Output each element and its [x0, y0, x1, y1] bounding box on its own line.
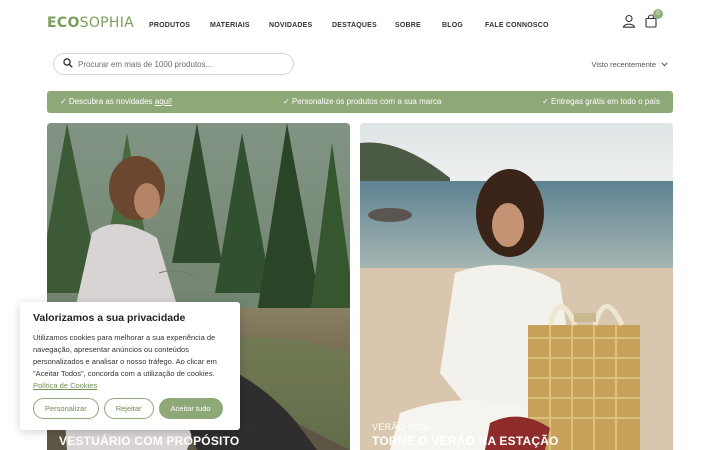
promo-novidades-link[interactable]: aqui! [155, 97, 172, 106]
recently-viewed-dropdown[interactable]: Visto recentemente [592, 60, 668, 69]
logo-light: SOPHIA [79, 15, 135, 31]
nav-item-produtos[interactable]: PRODUTOS [149, 22, 210, 29]
cookie-body: Utilizamos cookies para melhorar a sua e… [33, 333, 217, 390]
customize-button[interactable]: Personalizar [33, 398, 99, 419]
search-box [53, 53, 294, 75]
chevron-down-icon [661, 60, 668, 69]
user-icon[interactable] [622, 14, 636, 28]
shopping-bag-icon[interactable]: 0 [644, 9, 663, 28]
cart-count-badge: 0 [653, 9, 663, 19]
header-actions: 0 [622, 9, 663, 28]
main-nav: PRODUTOS MATERIAIS NOVIDADES DESTAQUES S… [149, 22, 549, 29]
site-header: ECOSOPHIA PRODUTOS MATERIAIS NOVIDADES D… [0, 0, 720, 50]
search-input[interactable] [78, 59, 278, 69]
nav-item-blog[interactable]: BLOG [442, 22, 485, 29]
cookie-title: Valorizamos a sua privacidade [33, 312, 186, 324]
promo-item-novidades: ✓ Descubra as novidades aqui! [60, 97, 173, 106]
promo-bar: ✓ Descubra as novidades aqui! ✓ Personal… [47, 91, 673, 113]
nav-item-materiais[interactable]: MATERIAIS [210, 22, 269, 29]
promo-item-personalize: ✓ Personalize os produtos com a sua marc… [283, 97, 442, 106]
hero-eyebrow-right: VERÃO 2026 [372, 422, 430, 432]
search-icon[interactable] [63, 55, 73, 73]
nav-item-sobre[interactable]: SOBRE [395, 22, 442, 29]
nav-item-novidades[interactable]: NOVIDADES [269, 22, 332, 29]
cookie-actions: Personalizar Rejeitar Aceitar tudo [33, 398, 223, 419]
hero-headline-right: TORNE O VERÃO NA ESTAÇÃO [372, 434, 559, 448]
cookie-policy-link[interactable]: Política de Cookies [33, 381, 97, 390]
cookie-consent-dialog: Valorizamos a sua privacidade Utilizamos… [20, 302, 240, 430]
accept-all-button[interactable]: Aceitar tudo [158, 398, 223, 419]
hero-caption-right: VERÃO 2026 TORNE O VERÃO NA ESTAÇÃO [372, 422, 559, 448]
promo-item-entregas: ✓ Entregas grátis em todo o país [542, 97, 660, 106]
brand-logo[interactable]: ECOSOPHIA [47, 15, 134, 31]
hero-card-verao[interactable]: VERÃO 2026 TORNE O VERÃO NA ESTAÇÃO [360, 123, 673, 450]
recently-viewed-label: Visto recentemente [591, 60, 656, 69]
nav-item-destaques[interactable]: DESTAQUES [332, 22, 395, 29]
nav-item-fale-connosco[interactable]: FALE CONNOSCO [485, 22, 549, 29]
hero-image-beach [360, 123, 673, 450]
reject-button[interactable]: Rejeitar [103, 398, 154, 419]
hero-caption-left: VESTUÁRIO COM PROPÓSITO [59, 432, 239, 448]
logo-bold: ECO [47, 15, 80, 31]
hero-headline-left: VESTUÁRIO COM PROPÓSITO [59, 434, 240, 448]
